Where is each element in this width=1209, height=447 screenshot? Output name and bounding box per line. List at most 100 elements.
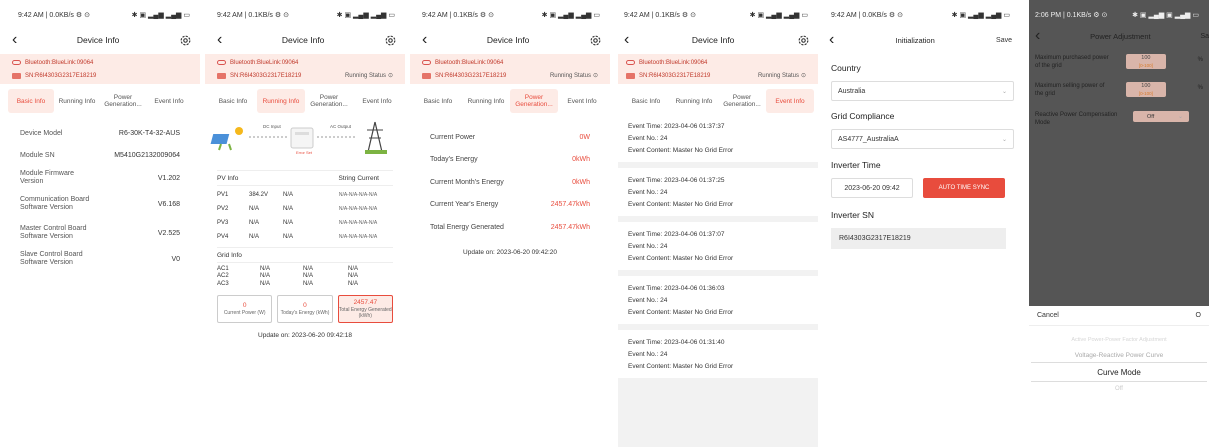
back-icon[interactable]: ‹ [1035,28,1040,44]
info-value: R6-30K-T4-32-AUS [118,129,180,137]
tab-running-info[interactable]: Running Info [462,98,510,105]
back-icon[interactable]: ‹ [12,32,17,48]
info-key: Slave Control Board Software Version [20,251,83,266]
country-select[interactable]: Australia ⌄ [831,81,1014,101]
unit-label: % [1197,57,1203,63]
status-left: 9:42 AM | 0.1KB/s ⚙ ⊙ [422,12,494,19]
pv-string-current: N/A-N/A-N/A-N/A [338,234,378,240]
screen-event-info: 9:42 AM | 0.1KB/s ⚙ ⊙ ✱ ▣ ▂▄▆ ▂▄▆ ▭ ‹ De… [618,0,818,447]
status-bar: 9:42 AM | 0.1KB/s ⚙ ⊙ ✱ ▣ ▂▄▆ ▂▄▆ ▭ [410,0,610,30]
inverter-time-field[interactable]: 2023-06-20 09:42 [831,178,913,198]
energy-row: Current Year's Energy 2457.47kWh [410,194,610,217]
max-purchased-input[interactable]: 100 [0-100] [1126,54,1166,69]
ok-button[interactable]: O [1196,312,1201,319]
event-no: Event No.: 24 [628,350,668,358]
event-no: Event No.: 24 [628,134,668,142]
status-right: ✱ ▣ ▂▄▆ ▂▄▆ ▭ [336,12,395,19]
grid-val: N/A [348,265,359,272]
status-bar: 9:42 AM | 0.1KB/s ⚙ ⊙ ✱ ▣ ▂▄▆ ▂▄▆ ▭ [618,0,818,30]
device-banner: Bluetooth:BlueLink:09064 SN:R6I4303G2317… [410,54,610,84]
sheet-option[interactable]: Off [1029,382,1209,396]
sheet-option-selected[interactable]: Curve Mode [1031,362,1207,382]
power-generation-list: Current Power 0W Today's Energy 0kWh Curre… [410,126,610,239]
sheet-option[interactable]: Voltage-Reactive Power Curve [1029,348,1209,362]
status-right: ✱ ▣ ▂▄▆ ▂▄▆ ▭ [951,12,1010,19]
pv-voltage: 384.2V [249,192,269,198]
info-key: Device Model [20,129,63,137]
gear-icon[interactable] [797,34,810,47]
tab-basic-info[interactable]: Basic Info [8,89,54,113]
tab-event-info[interactable]: Event Info [353,98,401,105]
tab-power-generation[interactable]: Power Generation... [100,94,146,108]
sheet-header: Cancel O [1029,306,1209,326]
max-selling-label: Maximum selling power of the grid [1035,83,1105,97]
tab-power-generation[interactable]: Power Generation... [305,94,353,108]
reactive-mode-row: Reactive Power Compensation Mode Off ⌄ [1029,111,1209,133]
back-icon[interactable]: ‹ [829,32,834,48]
grid-compliance-select[interactable]: AS4777_AustraliaA ⌄ [831,129,1014,149]
event-item: Event Time: 2023-04-06 01:37:37 Event No… [618,114,818,162]
ac-output-label: AC Output [330,124,352,129]
auto-time-sync-button[interactable]: AUTO TIME SYNC [923,178,1005,198]
event-item: Event Time: 2023-04-06 01:31:40 Event No… [618,330,818,378]
tab-basic-info[interactable]: Basic Info [414,98,462,105]
page-title: Power Adjustment [1090,31,1151,41]
reactive-mode-select[interactable]: Off ⌄ [1133,111,1189,122]
tab-basic-info[interactable]: Basic Info [209,98,257,105]
gear-icon[interactable] [589,34,602,47]
update-time: Update on: 2023-06-20 09:42:18 [258,331,352,339]
input-value: 100 [1141,55,1151,61]
pv-current: N/A [283,192,294,198]
back-icon[interactable]: ‹ [217,32,222,48]
info-key: Module SN [20,151,55,159]
gear-icon[interactable] [179,34,192,47]
update-time: Update on: 2023-06-20 09:42:20 [463,248,557,256]
status-bar: 2:06 PM | 0.1KB/s ⚙ ⊙ ✱ ▣ ▂▄▆ ▣ ▂▄▆ ▭ [1029,0,1209,30]
tab-power-generation[interactable]: Power Generation... [510,89,558,113]
status-left: 9:42 AM | 0.1KB/s ⚙ ⊙ [624,12,696,19]
pv-name: PV1 [217,192,229,198]
link-icon [626,60,635,65]
inverter-sn-field: R6I4303G2317E18219 [831,228,1006,249]
bluetooth-label: Bluetooth:BlueLink:09064 [435,59,504,66]
event-item: Event Time: 2023-04-06 01:36:03 Event No… [618,276,818,324]
tab-running-info[interactable]: Running Info [54,98,100,105]
max-selling-input[interactable]: 100 [0-100] [1126,82,1166,97]
info-row: Module SN M5410G2132009064 [0,144,200,166]
back-icon[interactable]: ‹ [624,32,629,48]
event-time: Event Time: 2023-04-06 01:36:03 [628,284,725,292]
tab-power-generation[interactable]: Power Generation... [718,94,766,108]
event-no: Event No.: 24 [628,188,668,196]
sn-icon [12,72,21,79]
event-content: Event Content: Master No Grid Error [628,146,734,154]
sheet-option[interactable]: Active Power-Power Factor Adjustment [1029,332,1209,348]
sn-label: SN:R6I4303G2317E18219 [25,72,97,79]
tab-running-info[interactable]: Running Info [257,89,305,113]
cancel-button[interactable]: Cancel [1037,312,1059,319]
bluetooth-label: Bluetooth:BlueLink:09064 [639,59,708,66]
tab-running-info[interactable]: Running Info [670,98,718,105]
event-content: Event Content: Master No Grid Error [628,308,734,316]
page-title: Device Info [486,35,530,45]
back-icon[interactable]: ‹ [422,32,427,48]
pv-row: PV2 N/A N/A N/A-N/A-N/A-N/A [217,202,393,216]
stat-value: 0 [242,301,247,309]
save-button[interactable]: Sa [1200,33,1209,40]
save-button[interactable]: Save [996,37,1012,44]
solar-panel-icon [210,127,243,151]
tab-event-info[interactable]: Event Info [558,98,606,105]
status-left: 2:06 PM | 0.1KB/s ⚙ ⊙ [1035,12,1108,19]
pv-name: PV4 [217,234,229,240]
running-status-link[interactable]: Running Status ⊙ [345,72,393,80]
running-status-link[interactable]: Running Status ⊙ [757,72,806,80]
gear-icon[interactable] [384,34,397,47]
running-status-link[interactable]: Running Status ⊙ [550,72,598,80]
tab-basic-info[interactable]: Basic Info [622,98,670,105]
tab-event-info[interactable]: Event Info [146,98,192,105]
stat-label: Today's Energy (kWh) [280,309,330,316]
page-title: Device Info [281,35,325,45]
energy-row: Total Energy Generated 2457.47kWh [410,216,610,239]
running-status-label: Running Status [757,72,799,79]
tab-event-info[interactable]: Event Info [766,89,814,113]
status-right: ✱ ▣ ▂▄▆ ▂▄▆ ▭ [541,12,600,19]
